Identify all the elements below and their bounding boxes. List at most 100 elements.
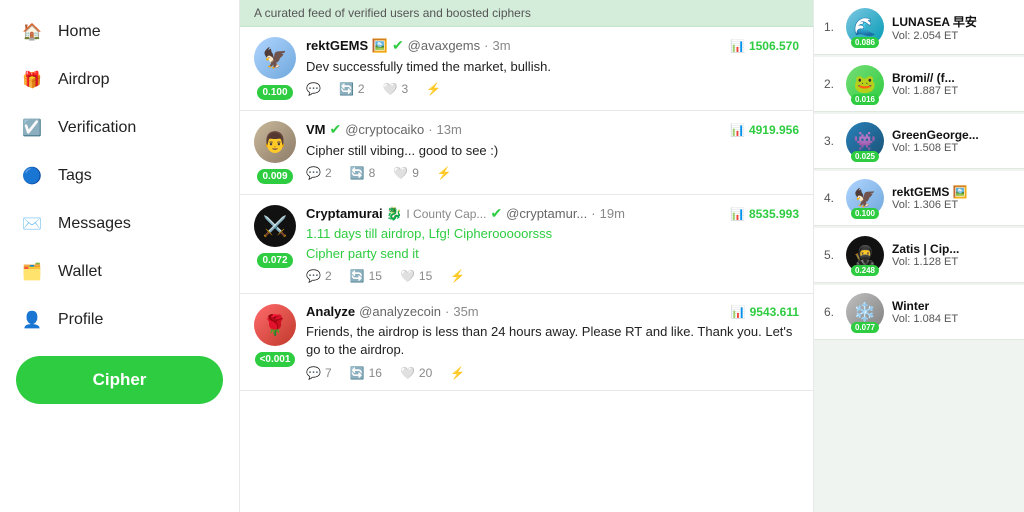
post-actions-1: 💬 🔄 2 🤍 3 ⚡: [306, 82, 799, 96]
leaderboard-item-3[interactable]: 3. 👾 0.025 GreenGeorge... Vol: 1.508 ET: [814, 114, 1024, 169]
lb-vol-2: Vol: 1.887 ET: [892, 85, 1014, 97]
leaderboard-item-2[interactable]: 2. 🐸 0.016 Bromi// (f... Vol: 1.887 ET: [814, 57, 1024, 112]
post-highlight-3: 1.11 days till airdrop, Lfg! Cipherooooo…: [306, 226, 799, 241]
lb-score-3: 0.025: [851, 151, 879, 162]
lb-info-5: Zatis | Cip... Vol: 1.128 ET: [892, 242, 1014, 268]
post-3: ⚔️ 0.072 Cryptamurai 🐉 I County Cap... ✔…: [240, 195, 813, 294]
comment-action-2[interactable]: 💬 2: [306, 166, 332, 180]
post-left-3: ⚔️ 0.072: [254, 205, 296, 283]
handle-4: @analyzecoin: [359, 304, 441, 319]
lb-score-2: 0.016: [851, 94, 879, 105]
sidebar-item-tags[interactable]: 🔵 Tags: [0, 152, 239, 200]
lb-avatar-wrapper-4: 🦅 0.100: [846, 179, 884, 217]
sidebar-item-messages[interactable]: ✉️ Messages: [0, 200, 239, 248]
sidebar-label-messages: Messages: [58, 215, 131, 233]
sidebar-item-profile[interactable]: 👤 Profile: [0, 296, 239, 344]
lb-vol-6: Vol: 1.084 ET: [892, 313, 1014, 325]
post-left-2: 👨 0.009: [254, 121, 296, 184]
score-badge-3: 0.072: [257, 253, 293, 268]
main-feed: A curated feed of verified users and boo…: [240, 0, 814, 512]
rank-number-1: 1.: [824, 20, 838, 34]
airdrop-icon: 🎁: [20, 68, 44, 92]
lb-vol-4: Vol: 1.306 ET: [892, 199, 1014, 211]
score-icon-3: 📊: [730, 207, 745, 221]
lb-avatar-wrapper-5: 🥷 0.248: [846, 236, 884, 274]
post-header-4: Analyze @analyzecoin · 35m 📊 9543.611: [306, 304, 799, 319]
avatar-vm: 👨: [254, 121, 296, 163]
tags-icon: 🔵: [20, 164, 44, 188]
handle-1: @avaxgems: [408, 38, 480, 53]
post-actions-4: 💬 7 🔄 16 🤍 20 ⚡: [306, 366, 799, 380]
feed-header: A curated feed of verified users and boo…: [240, 0, 813, 27]
boost-action-4[interactable]: ⚡: [450, 366, 465, 380]
timestamp-1: 3m: [492, 38, 510, 53]
rank-number-4: 4.: [824, 191, 838, 205]
sidebar-label-profile: Profile: [58, 311, 103, 329]
username-4: Analyze: [306, 304, 355, 319]
leaderboard-item-6[interactable]: 6. ❄️ 0.077 Winter Vol: 1.084 ET: [814, 285, 1024, 340]
post-actions-3: 💬 2 🔄 15 🤍 15 ⚡: [306, 269, 799, 283]
score-icon-1: 📊: [730, 39, 745, 53]
username-1: rektGEMS 🖼️: [306, 38, 388, 54]
post-content-1: rektGEMS 🖼️ ✔ @avaxgems · 3m 📊 1506.570 …: [306, 37, 799, 100]
leaderboard-item-1[interactable]: 1. 🌊 0.086 LUNASEA 早安 Vol: 2.054 ET: [814, 0, 1024, 55]
score-val-2: 4919.956: [749, 123, 799, 137]
wallet-icon: 🗂️: [20, 260, 44, 284]
post-meta-1: rektGEMS 🖼️ ✔ @avaxgems · 3m: [306, 37, 511, 54]
comment-action-1[interactable]: 💬: [306, 82, 321, 96]
post-text-3: Cipher party send it: [306, 245, 799, 263]
messages-icon: ✉️: [20, 212, 44, 236]
avatar-cryptamurai: ⚔️: [254, 205, 296, 247]
comment-action-4[interactable]: 💬 7: [306, 366, 332, 380]
sidebar-item-home[interactable]: 🏠 Home: [0, 8, 239, 56]
boost-action-3[interactable]: ⚡: [450, 269, 465, 283]
retweet-action-3[interactable]: 🔄 15: [350, 269, 382, 283]
leaderboard-item-4[interactable]: 4. 🦅 0.100 rektGEMS 🖼️ Vol: 1.306 ET: [814, 171, 1024, 226]
cipher-button[interactable]: Cipher: [16, 356, 223, 404]
rank-number-2: 2.: [824, 77, 838, 91]
lb-info-3: GreenGeorge... Vol: 1.508 ET: [892, 128, 1014, 154]
sidebar-item-airdrop[interactable]: 🎁 Airdrop: [0, 56, 239, 104]
lb-name-1: LUNASEA 早安: [892, 13, 1014, 30]
boost-action-2[interactable]: ⚡: [437, 166, 452, 180]
lb-info-1: LUNASEA 早安 Vol: 2.054 ET: [892, 13, 1014, 42]
post-content-3: Cryptamurai 🐉 I County Cap... ✔ @cryptam…: [306, 205, 799, 283]
sidebar-label-home: Home: [58, 23, 101, 41]
like-action-1[interactable]: 🤍 3: [383, 82, 409, 96]
score-badge-4: <0.001: [255, 352, 296, 367]
sidebar-item-wallet[interactable]: 🗂️ Wallet: [0, 248, 239, 296]
rank-number-3: 3.: [824, 134, 838, 148]
verification-icon: ☑️: [20, 116, 44, 140]
timestamp-2: 13m: [437, 122, 462, 137]
boost-action-1[interactable]: ⚡: [426, 82, 441, 96]
avatar-analyze: 🌹: [254, 304, 296, 346]
timestamp-3: 19m: [600, 206, 625, 221]
like-action-4[interactable]: 🤍 20: [400, 366, 432, 380]
username-2: VM: [306, 122, 326, 137]
retweet-action-1[interactable]: 🔄 2: [339, 82, 365, 96]
like-action-3[interactable]: 🤍 15: [400, 269, 432, 283]
sidebar: 🏠 Home 🎁 Airdrop ☑️ Verification 🔵 Tags …: [0, 0, 240, 512]
like-action-2[interactable]: 🤍 9: [393, 166, 419, 180]
post-meta-3: Cryptamurai 🐉 I County Cap... ✔ @cryptam…: [306, 205, 625, 222]
lb-name-3: GreenGeorge...: [892, 128, 1014, 142]
score-right-1: 📊 1506.570: [730, 39, 799, 53]
timestamp-4: 35m: [453, 304, 478, 319]
leaderboard-item-5[interactable]: 5. 🥷 0.248 Zatis | Cip... Vol: 1.128 ET: [814, 228, 1024, 283]
comment-action-3[interactable]: 💬 2: [306, 269, 332, 283]
username-3: Cryptamurai 🐉: [306, 206, 402, 222]
lb-avatar-wrapper-1: 🌊 0.086: [846, 8, 884, 46]
lb-vol-1: Vol: 2.054 ET: [892, 30, 1014, 42]
post-text-2: Cipher still vibing... good to see :): [306, 142, 799, 160]
lb-name-2: Bromi// (f...: [892, 71, 1014, 85]
sidebar-item-verification[interactable]: ☑️ Verification: [0, 104, 239, 152]
post-1: 🦅 0.100 rektGEMS 🖼️ ✔ @avaxgems · 3m 📊 1…: [240, 27, 813, 111]
lb-avatar-wrapper-2: 🐸 0.016: [846, 65, 884, 103]
score-icon-4: 📊: [731, 305, 746, 319]
retweet-action-2[interactable]: 🔄 8: [350, 166, 376, 180]
post-meta-4: Analyze @analyzecoin · 35m: [306, 304, 479, 319]
score-val-1: 1506.570: [749, 39, 799, 53]
handle-2: @cryptocaiko: [345, 122, 424, 137]
post-header-2: VM ✔ @cryptocaiko · 13m 📊 4919.956: [306, 121, 799, 138]
retweet-action-4[interactable]: 🔄 16: [350, 366, 382, 380]
